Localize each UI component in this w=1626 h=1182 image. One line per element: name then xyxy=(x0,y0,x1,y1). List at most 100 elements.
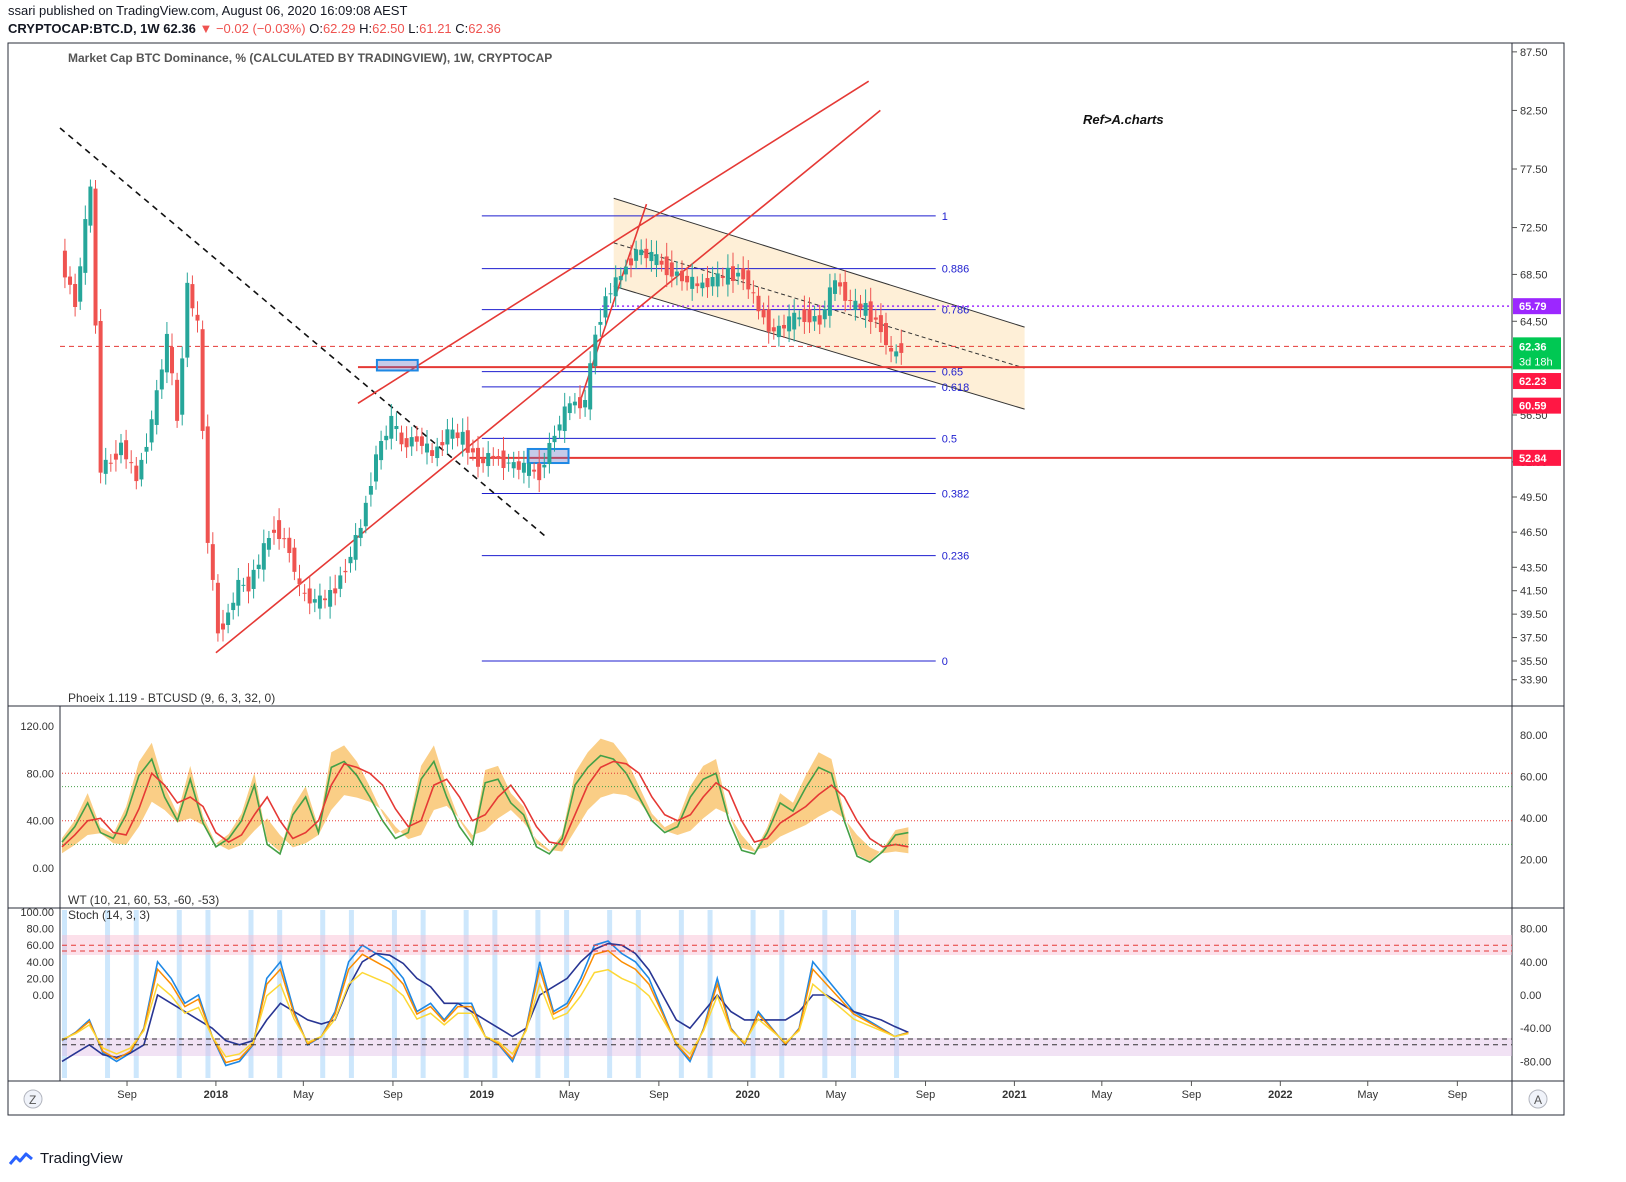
candle-body[interactable] xyxy=(379,441,384,461)
candle-body[interactable] xyxy=(654,254,659,266)
candle-body[interactable] xyxy=(853,300,858,310)
candle-body[interactable] xyxy=(119,442,124,456)
candle-body[interactable] xyxy=(705,278,710,288)
candle-body[interactable] xyxy=(899,343,904,353)
candle-body[interactable] xyxy=(149,419,154,443)
candle-body[interactable] xyxy=(802,309,807,322)
candle-body[interactable] xyxy=(501,450,506,469)
candle-body[interactable] xyxy=(787,316,792,332)
candle-body[interactable] xyxy=(848,300,853,302)
candle-body[interactable] xyxy=(292,547,297,572)
candle-body[interactable] xyxy=(297,578,302,585)
candle-body[interactable] xyxy=(761,309,766,318)
candle-body[interactable] xyxy=(822,309,827,320)
candle-body[interactable] xyxy=(465,430,470,453)
candle-body[interactable] xyxy=(817,315,822,325)
candle-body[interactable] xyxy=(73,283,78,307)
candle-body[interactable] xyxy=(88,186,93,226)
candle-body[interactable] xyxy=(159,369,164,390)
candle-body[interactable] xyxy=(756,295,761,312)
main-pane[interactable]: 33.90 35.50 37.50 39.50 41.50 43.50 46.50 49.50… xyxy=(59,47,1561,687)
candle-body[interactable] xyxy=(552,435,557,443)
candle-body[interactable] xyxy=(751,292,756,294)
candle-body[interactable] xyxy=(608,293,613,295)
candle-body[interactable] xyxy=(144,446,149,452)
candle-body[interactable] xyxy=(435,446,440,459)
footer-brand[interactable]: TradingView xyxy=(8,1150,123,1167)
candle-body[interactable] xyxy=(776,325,781,338)
candle-body[interactable] xyxy=(195,314,200,321)
candle-body[interactable] xyxy=(455,432,460,439)
candle-body[interactable] xyxy=(170,347,175,374)
candle-body[interactable] xyxy=(639,249,644,256)
candle-body[interactable] xyxy=(679,270,684,282)
candle-body[interactable] xyxy=(506,462,511,464)
candle-body[interactable] xyxy=(807,309,812,323)
chart-area[interactable]: 33.90 35.50 37.50 39.50 41.50 43.50 46.50 49.50… xyxy=(0,38,1626,1150)
candle-body[interactable] xyxy=(542,464,547,468)
candle-body[interactable] xyxy=(98,320,103,473)
candle-body[interactable] xyxy=(154,390,159,425)
candle-body[interactable] xyxy=(134,465,139,482)
candle-body[interactable] xyxy=(491,455,496,458)
candle-body[interactable] xyxy=(843,281,848,301)
candle-body[interactable] xyxy=(562,406,567,432)
candle-body[interactable] xyxy=(644,248,649,259)
candle-body[interactable] xyxy=(261,543,266,570)
candle-body[interactable] xyxy=(139,459,144,480)
candle-body[interactable] xyxy=(78,266,83,302)
candle-body[interactable] xyxy=(425,443,430,453)
candle-body[interactable] xyxy=(307,588,312,604)
candle-body[interactable] xyxy=(532,469,537,472)
candle-body[interactable] xyxy=(868,301,873,322)
candle-body[interactable] xyxy=(838,282,843,287)
candle-body[interactable] xyxy=(746,270,751,290)
candle-body[interactable] xyxy=(113,453,118,460)
candle-body[interactable] xyxy=(445,429,450,445)
candle-body[interactable] xyxy=(343,570,348,573)
candle-body[interactable] xyxy=(368,485,373,495)
candle-body[interactable] xyxy=(858,303,863,310)
candle-body[interactable] xyxy=(486,453,491,467)
candle-body[interactable] xyxy=(210,544,215,580)
candle-body[interactable] xyxy=(83,219,88,273)
candle-body[interactable] xyxy=(180,358,185,415)
candle-body[interactable] xyxy=(863,303,868,316)
candle-body[interactable] xyxy=(414,436,419,442)
candle-body[interactable] xyxy=(399,432,404,445)
candle-body[interactable] xyxy=(348,556,353,564)
candle-body[interactable] xyxy=(312,599,317,603)
candle-body[interactable] xyxy=(613,277,618,297)
candle-body[interactable] xyxy=(175,379,180,421)
candle-body[interactable] xyxy=(317,595,322,609)
candle-body[interactable] xyxy=(547,442,552,465)
candle-body[interactable] xyxy=(634,249,639,261)
rising-trendline-lower[interactable] xyxy=(215,109,881,654)
candle-body[interactable] xyxy=(481,457,486,464)
candle-body[interactable] xyxy=(572,401,577,406)
candle-body[interactable] xyxy=(394,426,399,430)
candle-body[interactable] xyxy=(440,442,445,446)
candle-body[interactable] xyxy=(669,262,674,277)
candle-body[interactable] xyxy=(323,598,328,601)
candle-body[interactable] xyxy=(623,266,628,275)
candle-body[interactable] xyxy=(266,538,271,550)
candle-body[interactable] xyxy=(695,283,700,287)
candle-body[interactable] xyxy=(690,276,695,289)
candle-body[interactable] xyxy=(241,584,246,586)
candle-body[interactable] xyxy=(659,260,664,265)
candle-body[interactable] xyxy=(272,529,277,533)
candle-body[interactable] xyxy=(108,462,113,464)
candle-body[interactable] xyxy=(450,429,455,439)
candle-body[interactable] xyxy=(827,287,832,316)
candle-body[interactable] xyxy=(470,448,475,453)
candle-body[interactable] xyxy=(628,258,633,266)
candle-body[interactable] xyxy=(792,312,797,330)
candle-body[interactable] xyxy=(389,415,394,439)
candle-body[interactable] xyxy=(256,564,261,570)
candle-body[interactable] xyxy=(221,623,226,630)
candle-body[interactable] xyxy=(333,588,338,594)
candle-body[interactable] xyxy=(236,579,241,606)
candle-body[interactable] xyxy=(164,333,169,373)
candle-body[interactable] xyxy=(674,271,679,276)
